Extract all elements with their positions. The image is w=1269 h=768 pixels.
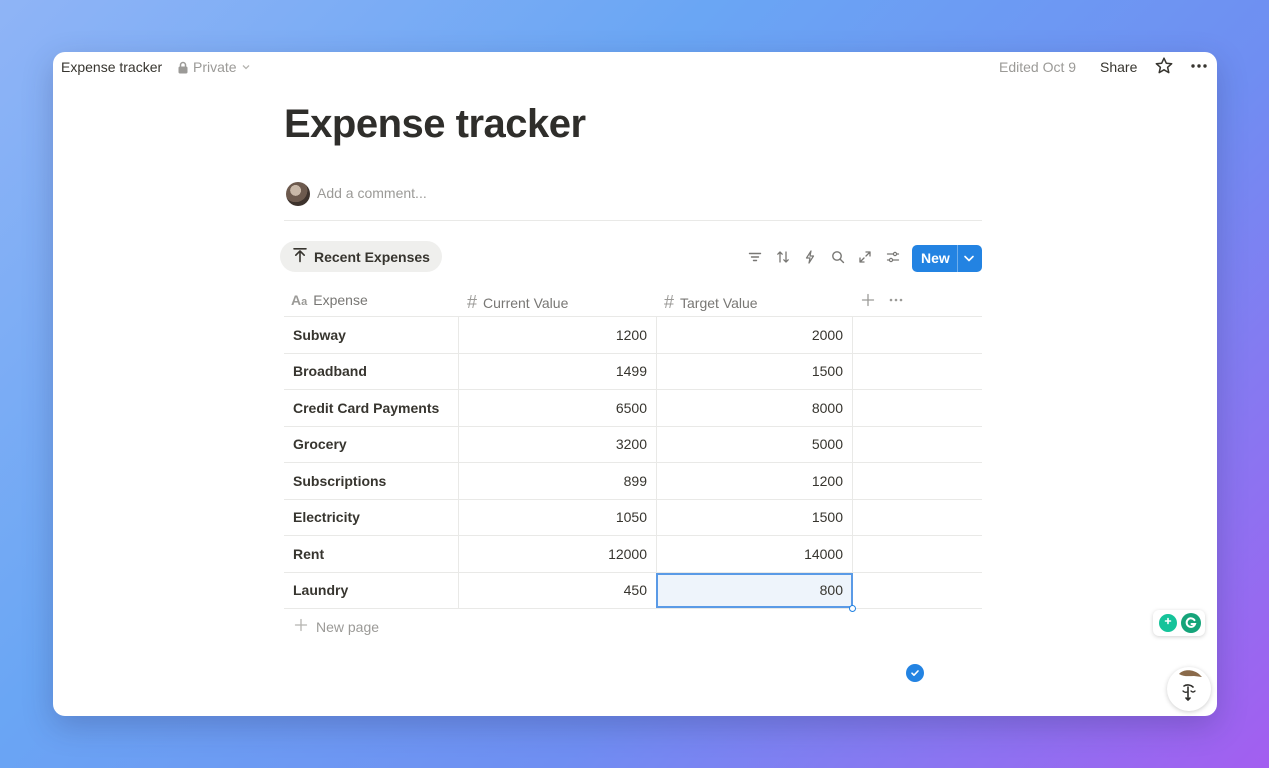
comment-input[interactable]: Add a comment... <box>317 185 427 201</box>
expense-cell[interactable]: Grocery <box>284 427 458 463</box>
column-label: Expense <box>313 292 368 308</box>
target-value-cell[interactable]: 1200 <box>656 463 853 499</box>
plus-icon <box>294 618 308 635</box>
search-icon[interactable] <box>829 248 847 266</box>
breadcrumb-title[interactable]: Expense tracker <box>61 59 162 75</box>
current-value-cell[interactable]: 899 <box>458 463 656 499</box>
avatar <box>286 182 310 206</box>
table-row[interactable]: Rent 12000 14000 <box>284 536 982 573</box>
add-property-icon[interactable] <box>861 293 875 307</box>
privacy-selector[interactable]: Private <box>177 59 251 75</box>
target-value-cell[interactable]: 8000 <box>656 390 853 426</box>
divider <box>284 220 982 221</box>
column-label: Target Value <box>680 294 758 311</box>
column-header-current-value[interactable]: # Current Value <box>467 292 568 313</box>
current-value-cell[interactable]: 6500 <box>458 390 656 426</box>
target-value-cell[interactable]: 1500 <box>656 499 853 535</box>
current-value-cell[interactable]: 1200 <box>458 317 656 353</box>
grammarly-widget[interactable] <box>1153 610 1205 636</box>
chevron-down-icon <box>241 62 251 72</box>
current-value-cell[interactable]: 3200 <box>458 426 656 462</box>
cell-value: 800 <box>819 582 843 599</box>
chevron-down-icon[interactable] <box>962 251 976 268</box>
current-value-cell[interactable]: 1050 <box>458 499 656 535</box>
settings-icon[interactable] <box>884 248 902 266</box>
expense-cell[interactable]: Electricity <box>284 500 458 536</box>
database-table: Aa Expense # Current Value # Target Valu… <box>284 284 982 612</box>
more-icon[interactable] <box>1189 57 1209 80</box>
selection-handle[interactable] <box>849 605 856 612</box>
share-button[interactable]: Share <box>1100 59 1137 75</box>
view-tab-recent-expenses[interactable]: Recent Expenses <box>280 241 442 272</box>
page-title[interactable]: Expense tracker <box>284 102 586 147</box>
expense-cell[interactable]: Rent <box>284 536 458 572</box>
target-value-cell-selected[interactable]: 800 <box>656 572 856 612</box>
table-row[interactable]: Electricity 1050 1500 <box>284 499 982 536</box>
expense-cell[interactable]: Laundry <box>284 573 458 609</box>
number-property-icon: # <box>664 292 675 312</box>
current-value-cell[interactable]: 450 <box>458 572 656 608</box>
privacy-label: Private <box>193 59 237 75</box>
target-value-cell[interactable]: 5000 <box>656 426 853 462</box>
current-value-cell[interactable]: 1499 <box>458 353 656 389</box>
new-button-label: New <box>921 250 950 266</box>
table-row[interactable]: Subscriptions 899 1200 <box>284 463 982 500</box>
expense-cell[interactable]: Credit Card Payments <box>284 390 458 426</box>
table-header: Aa Expense # Current Value # Target Valu… <box>284 284 982 317</box>
sort-icon[interactable] <box>774 248 792 266</box>
lightbulb-icon[interactable] <box>1159 614 1177 632</box>
help-icon[interactable] <box>1167 667 1211 711</box>
expense-cell[interactable]: Broadband <box>284 354 458 390</box>
target-value-cell[interactable]: 1500 <box>656 353 853 389</box>
star-icon[interactable] <box>1154 56 1174 81</box>
column-header-target-value[interactable]: # Target Value <box>664 292 758 313</box>
new-page-button[interactable]: New page <box>294 618 379 635</box>
expense-cell[interactable]: Subscriptions <box>284 463 458 499</box>
lock-icon <box>177 61 189 74</box>
grammarly-icon[interactable] <box>1181 613 1201 633</box>
notion-window: Expense tracker Private Edited Oct 9 Sha… <box>53 52 1217 716</box>
number-property-icon: # <box>467 292 478 312</box>
arrow-up-to-line-icon <box>292 247 308 266</box>
checkmark-icon[interactable] <box>906 664 924 682</box>
table-row[interactable]: Subway 1200 2000 <box>284 317 982 354</box>
table-row[interactable]: Laundry 450 800 <box>284 572 982 612</box>
table-row[interactable]: Grocery 3200 5000 <box>284 426 982 463</box>
new-page-label: New page <box>316 618 380 635</box>
edited-timestamp: Edited Oct 9 <box>999 59 1077 75</box>
expense-cell[interactable]: Subway <box>284 317 458 353</box>
current-value-cell[interactable]: 12000 <box>458 536 656 572</box>
new-button[interactable]: New <box>912 245 982 272</box>
target-value-cell[interactable]: 2000 <box>656 317 853 353</box>
text-property-icon: Aa <box>291 292 308 308</box>
table-row[interactable]: Broadband 1499 1500 <box>284 353 982 390</box>
view-tab-label: Recent Expenses <box>314 248 430 265</box>
table-row[interactable]: Credit Card Payments 6500 8000 <box>284 390 982 427</box>
target-value-cell[interactable]: 14000 <box>656 536 853 572</box>
column-label: Current Value <box>483 294 569 311</box>
expand-icon[interactable] <box>856 248 874 266</box>
filter-icon[interactable] <box>746 248 764 266</box>
topbar: Expense tracker Private Edited Oct 9 Sha… <box>53 52 1217 82</box>
column-header-expense[interactable]: Aa Expense <box>291 292 368 308</box>
lightning-icon[interactable] <box>801 248 819 266</box>
more-icon[interactable] <box>888 293 904 307</box>
new-button-divider <box>957 245 958 272</box>
